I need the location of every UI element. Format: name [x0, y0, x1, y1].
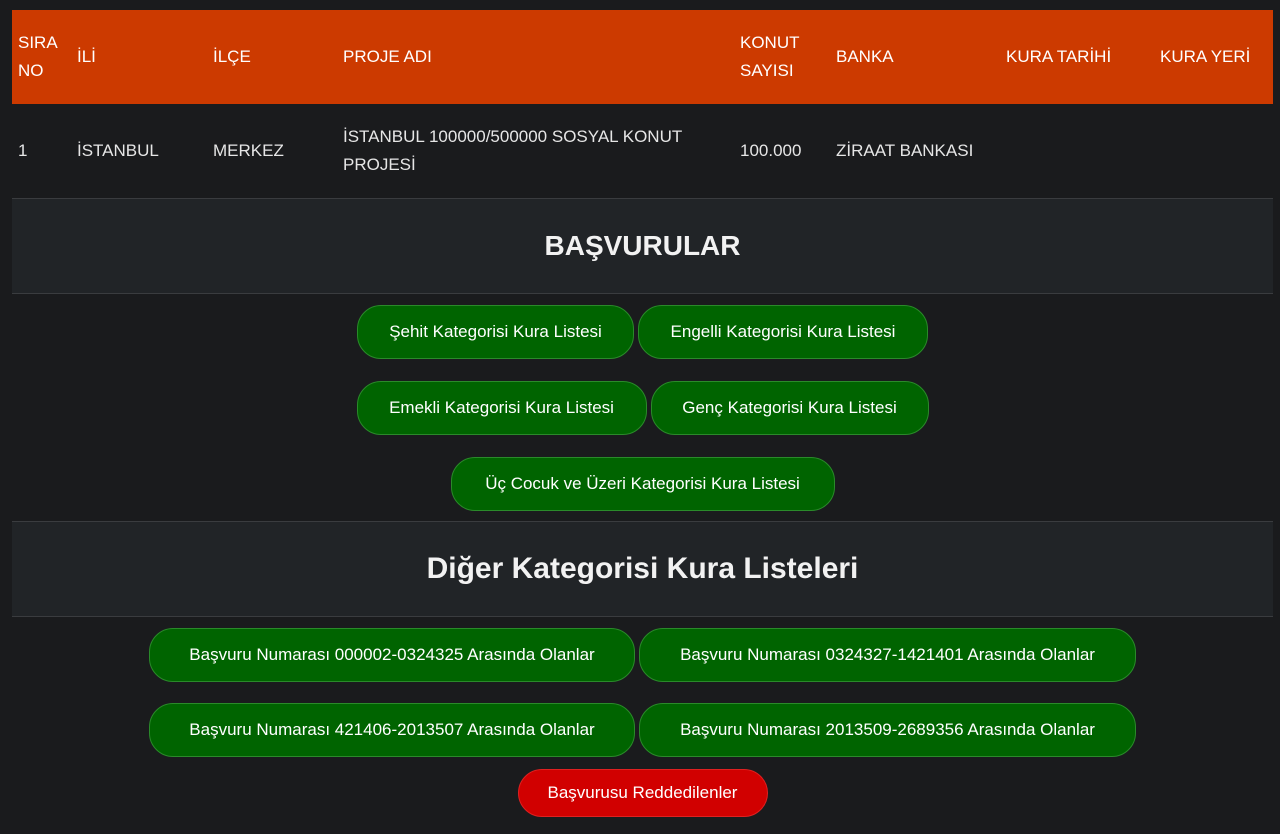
diger-buttons: Başvuru Numarası 000002-0324325 Arasında…	[12, 617, 1273, 817]
button-row: Üç Cocuk ve Üzeri Kategorisi Kura Listes…	[450, 457, 835, 511]
cell-kura-yeri	[1154, 104, 1273, 199]
header-il: İLİ	[71, 10, 207, 104]
button-row: Başvuru Numarası 421406-2013507 Arasında…	[149, 703, 1136, 757]
rejected-button[interactable]: Başvurusu Reddedilenler	[517, 769, 768, 817]
cell-il: İSTANBUL	[71, 104, 207, 199]
cell-proje-adi: İSTANBUL 100000/500000 SOSYAL KONUT PROJ…	[337, 104, 734, 199]
header-kura-tarihi: KURA TARİHİ	[1000, 10, 1154, 104]
button-row: Başvurusu Reddedilenler	[517, 769, 768, 817]
basvurular-heading: BAŞVURULAR	[12, 199, 1273, 294]
uc-cocuk-list-button[interactable]: Üç Cocuk ve Üzeri Kategorisi Kura Listes…	[450, 457, 835, 511]
cell-konut-sayisi: 100.000	[734, 104, 830, 199]
cell-kura-tarihi	[1000, 104, 1154, 199]
sehit-list-button[interactable]: Şehit Kategorisi Kura Listesi	[357, 305, 634, 359]
table-header-row: SIRA NO İLİ İLÇE PROJE ADI KONUT SAYISI …	[12, 10, 1273, 104]
cell-sira-no: 1	[12, 104, 71, 199]
cell-banka: ZİRAAT BANKASI	[830, 104, 1000, 199]
range-1-button[interactable]: Başvuru Numarası 000002-0324325 Arasında…	[149, 628, 635, 682]
header-proje-adi: PROJE ADI	[337, 10, 734, 104]
range-2-button[interactable]: Başvuru Numarası 0324327-1421401 Arasınd…	[639, 628, 1136, 682]
header-ilce: İLÇE	[207, 10, 337, 104]
basvurular-buttons: Şehit Kategorisi Kura Listesi Engelli Ka…	[12, 294, 1273, 511]
header-sira-no: SIRA NO	[12, 10, 71, 104]
range-3-button[interactable]: Başvuru Numarası 421406-2013507 Arasında…	[149, 703, 635, 757]
table-row: 1 İSTANBUL MERKEZ İSTANBUL 100000/500000…	[12, 104, 1273, 199]
page-content: SIRA NO İLİ İLÇE PROJE ADI KONUT SAYISI …	[12, 10, 1273, 817]
button-row: Başvuru Numarası 000002-0324325 Arasında…	[149, 628, 1136, 682]
header-banka: BANKA	[830, 10, 1000, 104]
range-4-button[interactable]: Başvuru Numarası 2013509-2689356 Arasınd…	[639, 703, 1136, 757]
emekli-list-button[interactable]: Emekli Kategorisi Kura Listesi	[356, 381, 647, 435]
genc-list-button[interactable]: Genç Kategorisi Kura Listesi	[650, 381, 929, 435]
project-table: SIRA NO İLİ İLÇE PROJE ADI KONUT SAYISI …	[12, 10, 1273, 199]
button-row: Şehit Kategorisi Kura Listesi Engelli Ka…	[357, 305, 928, 359]
cell-ilce: MERKEZ	[207, 104, 337, 199]
diger-heading: Diğer Kategorisi Kura Listeleri	[12, 521, 1273, 617]
header-kura-yeri: KURA YERİ	[1154, 10, 1273, 104]
button-row: Emekli Kategorisi Kura Listesi Genç Kate…	[356, 381, 929, 435]
engelli-list-button[interactable]: Engelli Kategorisi Kura Listesi	[638, 305, 928, 359]
header-konut-sayisi: KONUT SAYISI	[734, 10, 830, 104]
